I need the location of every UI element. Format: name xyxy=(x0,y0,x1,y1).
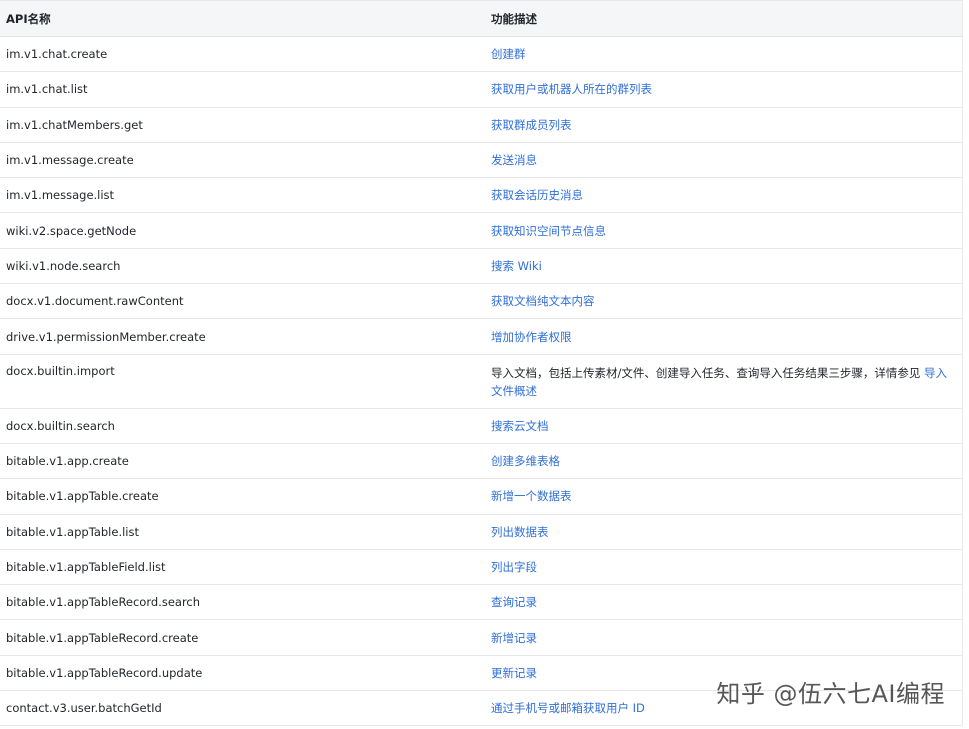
table-row: bitable.v1.appTable.list 列出数据表 xyxy=(0,515,962,550)
api-name-cell: drive.v1.permissionMember.create xyxy=(6,329,206,344)
description-cell: 列出数据表 xyxy=(485,523,962,541)
table-row: bitable.v1.appTableField.list 列出字段 xyxy=(0,550,962,586)
api-name-cell: im.v1.chat.create xyxy=(6,47,108,62)
description-link[interactable]: 创建多维表格 xyxy=(491,454,560,468)
description-link[interactable]: 搜索 Wiki xyxy=(491,259,542,273)
description-link[interactable]: 获取知识空间节点信息 xyxy=(491,224,606,238)
description-cell: 获取会话历史消息 xyxy=(485,186,962,204)
description-cell: 获取文档纯文本内容 xyxy=(485,292,962,310)
table-row: docx.v1.document.rawContent 获取文档纯文本内容 xyxy=(0,284,962,320)
table-row: bitable.v1.appTableRecord.create 新增记录 xyxy=(0,620,962,656)
table-row: docx.builtin.search 搜索云文档 xyxy=(0,409,962,444)
description-link[interactable]: 获取文档纯文本内容 xyxy=(491,294,595,308)
api-name-cell: contact.v3.user.batchGetId xyxy=(6,701,162,716)
description-cell: 新增记录 xyxy=(485,629,962,647)
table-row: im.v1.message.create 发送消息 xyxy=(0,143,962,179)
api-name-cell: bitable.v1.app.create xyxy=(6,454,129,469)
description-cell: 创建多维表格 xyxy=(485,452,962,470)
description-link[interactable]: 搜索云文档 xyxy=(491,419,549,433)
description-link[interactable]: 创建群 xyxy=(491,47,526,61)
api-name-cell: docx.v1.document.rawContent xyxy=(6,294,184,309)
description-cell: 新增一个数据表 xyxy=(485,487,962,505)
api-name-cell: wiki.v1.node.search xyxy=(6,258,121,273)
description-link[interactable]: 发送消息 xyxy=(491,153,537,167)
description-link[interactable]: 更新记录 xyxy=(491,666,537,680)
description-cell: 获取群成员列表 xyxy=(485,116,962,134)
api-name-cell: bitable.v1.appTableField.list xyxy=(6,560,166,574)
table-row: im.v1.chat.create 创建群 xyxy=(0,37,962,73)
api-name-cell: bitable.v1.appTableRecord.create xyxy=(6,630,199,645)
description-link[interactable]: 列出字段 xyxy=(491,560,537,574)
description-cell: 搜索 Wiki xyxy=(485,257,962,275)
description-cell: 获取知识空间节点信息 xyxy=(485,222,962,240)
api-name-cell: im.v1.message.list xyxy=(6,188,115,203)
table-header: API名称 功能描述 xyxy=(0,1,962,37)
description-cell: 发送消息 xyxy=(485,151,962,169)
description-link[interactable]: 列出数据表 xyxy=(491,525,549,539)
header-api-name: API名称 xyxy=(6,11,51,26)
description-link[interactable]: 获取群成员列表 xyxy=(491,118,572,132)
description-link[interactable]: 通过手机号或邮箱获取用户 ID xyxy=(491,701,645,715)
api-name-cell: bitable.v1.appTableRecord.search xyxy=(6,595,201,610)
description-link[interactable]: 获取会话历史消息 xyxy=(491,188,583,202)
table-row: docx.builtin.import 导入文档，包括上传素材/文件、创建导入任… xyxy=(0,355,962,409)
description-cell: 列出字段 xyxy=(485,558,962,576)
api-name-cell: bitable.v1.appTable.create xyxy=(6,489,159,504)
api-name-cell: im.v1.chatMembers.get xyxy=(6,117,143,132)
api-name-cell: bitable.v1.appTable.list xyxy=(6,524,139,539)
api-name-cell: im.v1.message.create xyxy=(6,153,134,168)
description-cell: 导入文档，包括上传素材/文件、创建导入任务、查询导入任务结果三步骤，详情参见 导… xyxy=(485,364,962,400)
table-row: im.v1.chatMembers.get 获取群成员列表 xyxy=(0,108,962,143)
watermark: 知乎 @伍六七AI编程 xyxy=(716,680,945,708)
table-row: bitable.v1.appTableRecord.search 查询记录 xyxy=(0,585,962,621)
table-row: wiki.v2.space.getNode 获取知识空间节点信息 xyxy=(0,213,962,249)
description-cell: 搜索云文档 xyxy=(485,417,962,435)
api-name-cell: bitable.v1.appTableRecord.update xyxy=(6,665,203,680)
table-row: drive.v1.permissionMember.create 增加协作者权限 xyxy=(0,319,962,355)
api-name-cell: docx.builtin.import xyxy=(6,363,115,378)
api-name-cell: docx.builtin.search xyxy=(6,418,115,433)
table-row: bitable.v1.app.create 创建多维表格 xyxy=(0,444,962,480)
api-table: API名称 功能描述 im.v1.chat.create 创建群 im.v1.c… xyxy=(0,0,963,727)
table-row: im.v1.message.list 获取会话历史消息 xyxy=(0,178,962,214)
description-cell: 创建群 xyxy=(485,45,962,63)
description-cell: 查询记录 xyxy=(485,593,962,611)
table-row: bitable.v1.appTable.create 新增一个数据表 xyxy=(0,479,962,515)
description-link[interactable]: 查询记录 xyxy=(491,595,537,609)
table-row: im.v1.chat.list 获取用户或机器人所在的群列表 xyxy=(0,72,962,108)
description-cell: 增加协作者权限 xyxy=(485,328,962,346)
description-text: 导入文档，包括上传素材/文件、创建导入任务、查询导入任务结果三步骤，详情参见 xyxy=(491,365,925,380)
description-link[interactable]: 新增一个数据表 xyxy=(491,489,572,503)
description-link[interactable]: 增加协作者权限 xyxy=(491,330,572,344)
description-cell: 获取用户或机器人所在的群列表 xyxy=(485,80,962,98)
table-row: wiki.v1.node.search 搜索 Wiki xyxy=(0,249,962,285)
api-name-cell: wiki.v2.space.getNode xyxy=(6,223,137,238)
header-description: 功能描述 xyxy=(491,11,537,26)
description-link[interactable]: 获取用户或机器人所在的群列表 xyxy=(491,82,652,96)
api-name-cell: im.v1.chat.list xyxy=(6,82,88,97)
description-link[interactable]: 新增记录 xyxy=(491,631,537,645)
